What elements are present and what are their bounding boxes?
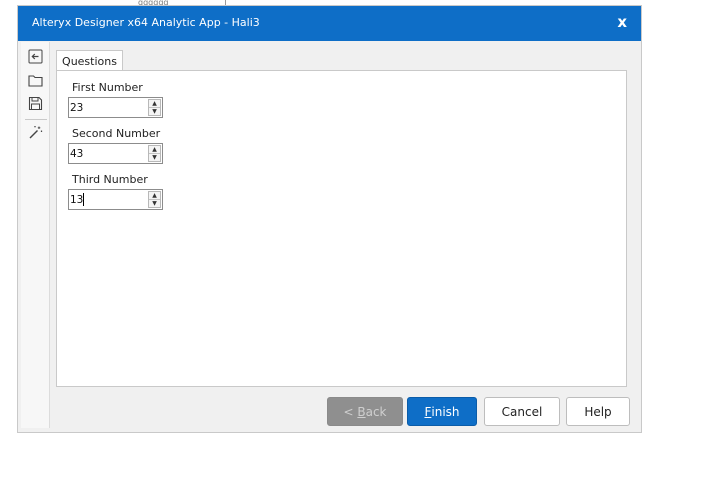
magic-wand-icon[interactable] (27, 124, 44, 141)
spin-down-icon[interactable]: ▼ (149, 108, 160, 115)
second-number-spin-buttons[interactable]: ▲ ▼ (148, 145, 161, 162)
first-number-input[interactable] (69, 98, 146, 117)
back-button-mnemonic: B (357, 404, 366, 419)
close-icon[interactable]: x (617, 13, 627, 31)
back-arrow-icon[interactable] (27, 48, 44, 65)
second-number-stepper[interactable]: ▲ ▼ (68, 143, 163, 164)
finish-button-mnemonic: F (424, 404, 432, 419)
folder-open-icon[interactable] (27, 72, 44, 89)
help-button[interactable]: Help (566, 397, 630, 426)
analytic-app-dialog: Alteryx Designer x64 Analytic App - Hali… (17, 5, 642, 433)
save-disk-icon[interactable] (27, 95, 44, 112)
tab-questions[interactable]: Questions (56, 50, 123, 71)
first-number-label: First Number (72, 81, 143, 94)
window-title: Alteryx Designer x64 Analytic App - Hali… (32, 16, 260, 29)
third-number-spin-buttons[interactable]: ▲ ▼ (148, 191, 161, 208)
first-number-stepper[interactable]: ▲ ▼ (68, 97, 163, 118)
second-number-label: Second Number (72, 127, 161, 140)
finish-button-label: inish (431, 404, 460, 419)
second-number-input[interactable] (69, 144, 146, 163)
side-toolbar (21, 42, 50, 428)
first-number-spin-buttons[interactable]: ▲ ▼ (148, 99, 161, 116)
title-bar[interactable]: Alteryx Designer x64 Analytic App - Hali… (18, 6, 641, 41)
cancel-button[interactable]: Cancel (484, 397, 560, 426)
third-number-input[interactable] (69, 190, 146, 209)
spin-up-icon[interactable]: ▲ (149, 100, 160, 108)
toolbar-separator (25, 119, 47, 120)
spin-down-icon[interactable]: ▼ (149, 154, 160, 161)
spin-up-icon[interactable]: ▲ (149, 146, 160, 154)
spin-up-icon[interactable]: ▲ (149, 192, 160, 200)
spin-down-icon[interactable]: ▼ (149, 200, 160, 207)
finish-button[interactable]: Finish (407, 397, 477, 426)
back-button-label: ack (365, 404, 387, 419)
questions-panel: First Number ▲ ▼ Second Number ▲ ▼ Third… (56, 70, 627, 387)
back-button-prefix: < (343, 404, 358, 419)
back-button[interactable]: < Back (327, 397, 403, 426)
text-caret (83, 193, 84, 206)
third-number-stepper[interactable]: ▲ ▼ (68, 189, 163, 210)
third-number-label: Third Number (72, 173, 148, 186)
